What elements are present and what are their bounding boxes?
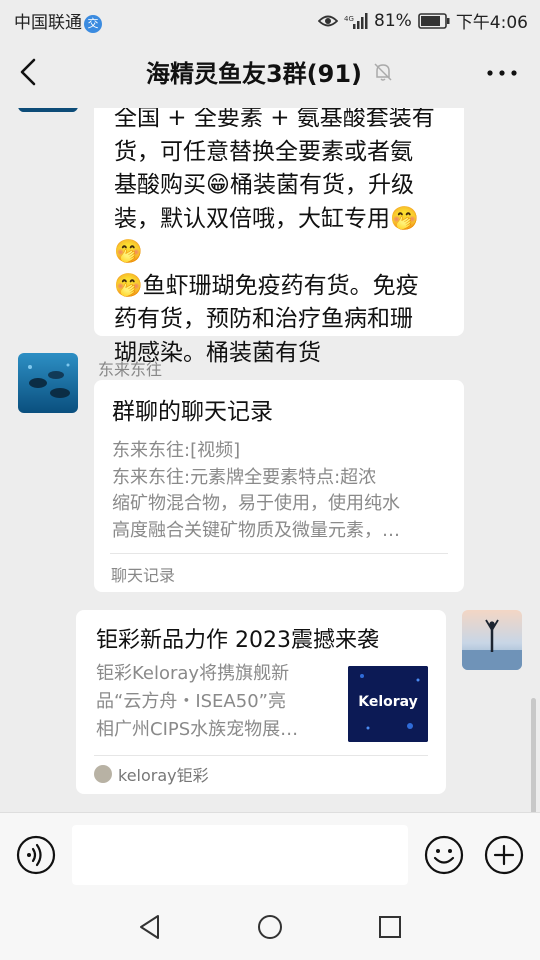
link-desc-line: 相广州CIPS水族宠物展…: [96, 719, 299, 740]
divider: [110, 553, 448, 554]
eye-icon: [318, 15, 339, 26]
card-line: 东来东往:元素牌全要素特点:超浓: [112, 466, 377, 488]
input-bar: [0, 812, 540, 896]
nav-back-icon[interactable]: [136, 912, 166, 942]
emoji-icon[interactable]: [424, 835, 464, 875]
avatar[interactable]: [18, 353, 78, 413]
chat-title: 海精灵鱼友3群(91): [145, 60, 363, 88]
message-line: 装，默认双倍哦，大缸专用🤭🤭: [114, 205, 419, 266]
card-title: 群聊的聊天记录: [112, 399, 273, 425]
chat-area[interactable]: 全国 + 全要素 + 氨基酸套装有 货，可任意替换全要素或者氨 基酸购买😁桶装菌…: [0, 108, 540, 812]
link-description: 钜彩Keloray将携旗舰新 品“云方舟・ISEA50”亮 相广州CIPS水族宠…: [96, 660, 334, 744]
voice-icon[interactable]: [16, 835, 56, 875]
link-thumbnail: Keloray: [348, 666, 428, 742]
source-icon: [94, 765, 112, 783]
clock: 下午4:06: [455, 13, 528, 33]
card-preview: 东来东往:[视频] 东来东往:元素牌全要素特点:超浓 缩矿物混合物，易于使用，使…: [112, 438, 444, 544]
chat-history-card[interactable]: 群聊的聊天记录 东来东往:[视频] 东来东往:元素牌全要素特点:超浓 缩矿物混合…: [94, 380, 464, 592]
card-line: 缩矿物混合物，易于使用，使用纯水: [112, 493, 400, 514]
message-line: 货，可任意替换全要素或者氨: [114, 138, 413, 165]
system-nav-bar: [0, 896, 540, 960]
card-line: 高度融合关键矿物质及微量元素，…: [112, 519, 400, 541]
carrier: 中国联通交: [14, 8, 102, 33]
message-input[interactable]: [72, 825, 408, 885]
battery-percent: 81%: [374, 10, 412, 31]
link-desc-line: 钜彩Keloray将携旗舰新: [96, 663, 290, 684]
message-line: 🤭鱼虾珊瑚免疫药有货。免疫: [114, 272, 419, 299]
nav-recent-icon[interactable]: [375, 912, 405, 942]
signal-label: 4G: [344, 15, 354, 23]
avatar[interactable]: [18, 108, 78, 112]
signal-icon: 4G: [344, 12, 368, 29]
chat-title-container: 海精灵鱼友3群(91): [0, 54, 540, 89]
nav-home-icon[interactable]: [255, 912, 285, 942]
more-icon[interactable]: [482, 58, 522, 88]
scrollbar[interactable]: [531, 698, 536, 812]
source-name: keloray钜彩: [118, 766, 209, 785]
card-footer: 聊天记录: [111, 566, 176, 585]
card-line: 东来东往:[视频]: [112, 440, 241, 461]
message-line: 基酸购买😁桶装菌有货，升级: [114, 172, 414, 198]
divider: [94, 755, 428, 756]
link-desc-line: 品“云方舟・ISEA50”亮: [96, 691, 286, 712]
message-line: 瑚感染。桶装菌有货: [114, 339, 321, 366]
plus-icon[interactable]: [484, 835, 524, 875]
thumb-logo-text: Keloray: [358, 694, 418, 710]
link-title: 钜彩新品力作 2023震撼来袭: [96, 628, 379, 653]
carrier-badge: 交: [84, 15, 102, 33]
mute-icon: [374, 62, 392, 81]
sender-name: 东来东往: [98, 360, 163, 379]
carrier-name: 中国联通: [14, 13, 82, 33]
my-avatar[interactable]: [462, 610, 522, 670]
message-line: 全国 + 全要素 + 氨基酸套装有: [114, 108, 435, 131]
message-line: 药有货，预防和治疗鱼病和珊: [114, 306, 413, 332]
battery-icon: [418, 12, 450, 29]
link-source: keloray钜彩: [94, 762, 209, 786]
link-card[interactable]: 钜彩新品力作 2023震撼来袭 钜彩Keloray将携旗舰新 品“云方舟・ISE…: [76, 610, 446, 794]
status-right: 4G 81% 下午4:06: [318, 8, 528, 33]
message-bubble[interactable]: 全国 + 全要素 + 氨基酸套装有 货，可任意替换全要素或者氨 基酸购买😁桶装菌…: [94, 108, 464, 366]
chat-header: 海精灵鱼友3群(91): [0, 36, 540, 108]
status-bar: 中国联通交 4G 81% 下午4:06: [0, 0, 540, 36]
